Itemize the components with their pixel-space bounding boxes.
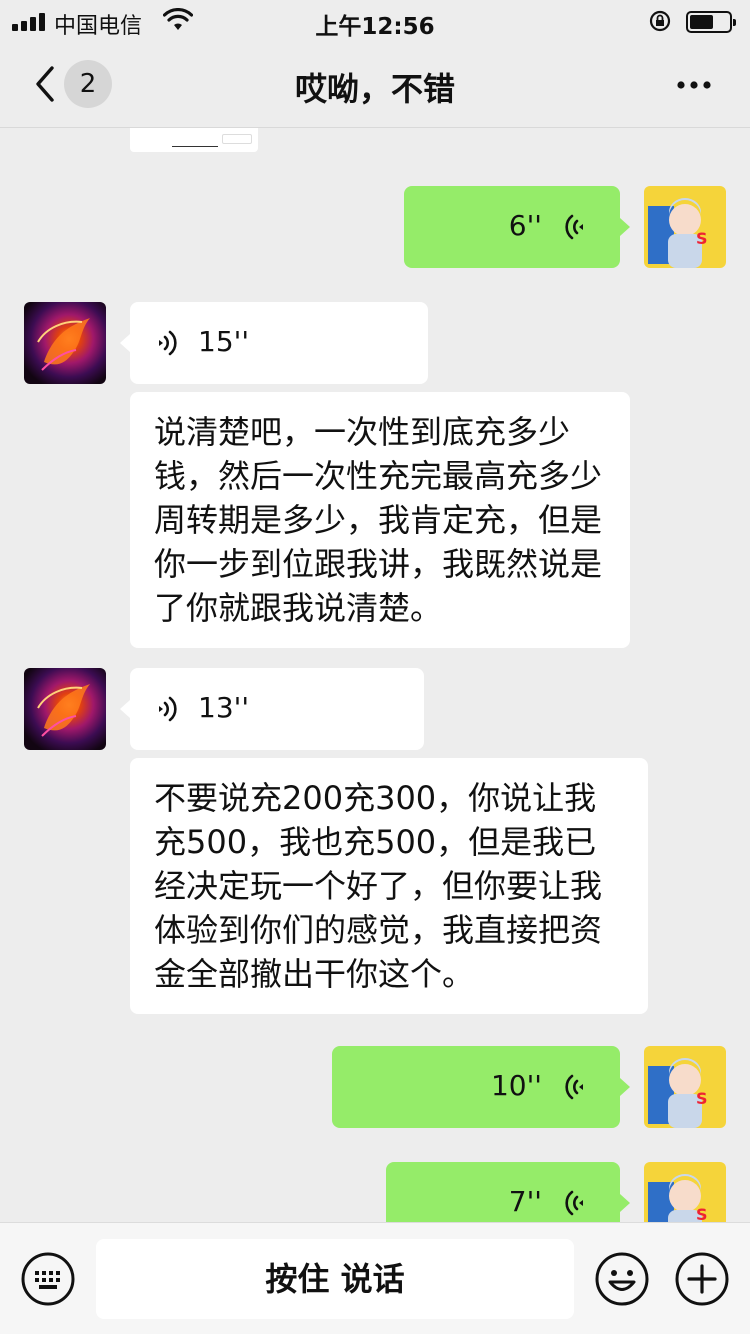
chat-header: 2 哎呦，不错 [0, 44, 750, 128]
contact-avatar[interactable] [24, 302, 106, 384]
my-avatar[interactable]: S [644, 1046, 726, 1128]
voice-wave-icon [159, 696, 177, 722]
input-bar: 按住 说话 [0, 1222, 750, 1334]
voice-duration: 10'' [490, 1069, 542, 1102]
voice-duration: 6'' [508, 209, 542, 242]
outgoing-voice-message[interactable]: 10'' [332, 1046, 630, 1128]
contact-avatar[interactable] [24, 668, 106, 750]
keyboard-icon[interactable] [20, 1251, 76, 1307]
plus-icon[interactable] [674, 1251, 730, 1307]
baby-avatar-icon: S [644, 186, 726, 268]
voice-transcript-text: 不要说充200充300，你说让我充500，我也充500，但是我已经决定玩一个好了… [130, 758, 648, 1014]
svg-text:S: S [696, 1089, 708, 1108]
svg-text:S: S [696, 1205, 708, 1222]
chat-title: 哎呦，不错 [294, 70, 455, 108]
incoming-voice-message[interactable]: 15'' [120, 302, 428, 384]
hold-to-talk-button[interactable]: 按住 说话 [96, 1239, 574, 1319]
voice-wave-icon [565, 1074, 583, 1100]
message-list[interactable]: 6'' S 15'' 说清楚吧，一次性到底充多少钱，然后一次性充完最高充多少周转… [0, 128, 750, 1222]
outgoing-voice-message[interactable]: 6'' [404, 186, 630, 268]
outgoing-voice-message[interactable]: 7'' [386, 1162, 630, 1222]
voice-wave-icon [565, 1190, 583, 1216]
incoming-voice-message[interactable]: 13'' [120, 668, 424, 750]
voice-duration: 7'' [508, 1185, 542, 1218]
card-button-icon [222, 134, 252, 144]
more-options-icon[interactable] [664, 70, 724, 100]
voice-wave-icon [159, 330, 177, 356]
voice-duration: 13'' [198, 691, 250, 724]
previous-card-message[interactable] [130, 128, 258, 152]
emoji-icon[interactable] [594, 1251, 650, 1307]
my-avatar[interactable]: S [644, 186, 726, 268]
status-bar: 中国电信 上午12:56 [0, 0, 750, 44]
baby-avatar-icon: S [644, 1162, 726, 1222]
status-time: 上午12:56 [315, 14, 435, 40]
baby-avatar-icon: S [644, 1046, 726, 1128]
svg-text:S: S [696, 229, 708, 248]
my-avatar[interactable]: S [644, 1162, 726, 1222]
voice-duration: 15'' [198, 325, 250, 358]
voice-wave-icon [565, 214, 583, 240]
voice-transcript-text: 说清楚吧，一次性到底充多少钱，然后一次性充完最高充多少周转期是多少，我肯定充，但… [130, 392, 630, 648]
phoenix-avatar-icon [37, 318, 90, 371]
phoenix-avatar-icon [37, 684, 90, 737]
orientation-lock-icon [649, 10, 671, 32]
battery-icon [686, 11, 736, 33]
